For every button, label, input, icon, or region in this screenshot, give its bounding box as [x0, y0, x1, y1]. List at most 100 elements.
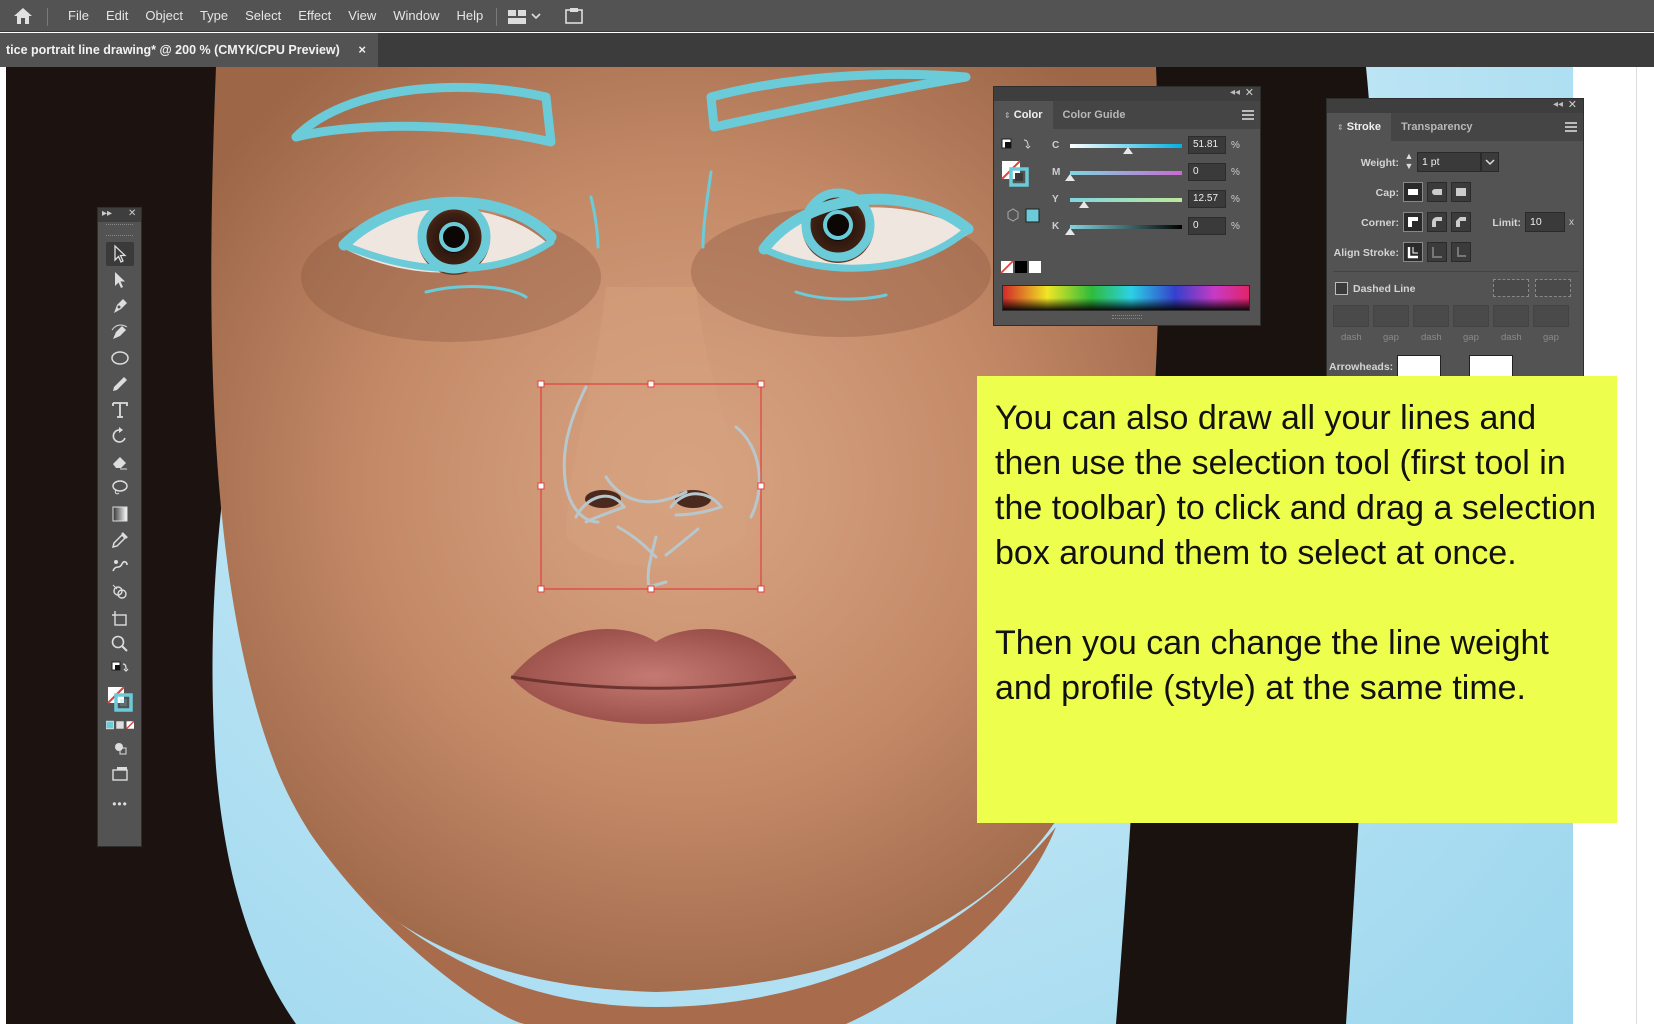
lasso-tool-icon[interactable]: [106, 476, 134, 500]
projecting-cap-icon[interactable]: [1451, 182, 1471, 202]
slider-thumb[interactable]: [1065, 228, 1075, 235]
cap-label: Cap:: [1375, 187, 1399, 199]
slider-value-input[interactable]: 0: [1188, 217, 1226, 235]
arrange-documents-icon[interactable]: [563, 6, 585, 26]
collapse-icon[interactable]: ◂◂: [1553, 99, 1563, 110]
menu-edit[interactable]: Edit: [106, 8, 128, 23]
artboard-tool-icon[interactable]: [106, 606, 134, 630]
tab-stroke[interactable]: ⇕ Stroke: [1327, 113, 1392, 141]
resize-grip[interactable]: [1112, 315, 1142, 319]
dash-align-icon[interactable]: [1535, 279, 1571, 297]
zoom-tool-icon[interactable]: [106, 632, 134, 656]
gap-field-3[interactable]: [1533, 305, 1569, 327]
fill-stroke-swatch[interactable]: [106, 684, 134, 714]
dashed-line-label: Dashed Line: [1353, 283, 1416, 295]
slider-track[interactable]: [1070, 225, 1182, 229]
menu-help[interactable]: Help: [456, 8, 483, 23]
limit-input[interactable]: 10: [1525, 212, 1565, 232]
slider-thumb[interactable]: [1079, 201, 1090, 208]
slider-value-input[interactable]: 0: [1188, 163, 1226, 181]
panel-menu-icon[interactable]: [1242, 110, 1254, 120]
align-outside-icon[interactable]: [1451, 242, 1471, 262]
menu-object[interactable]: Object: [145, 8, 183, 23]
menu-select[interactable]: Select: [245, 8, 281, 23]
callout-paragraph-2: Then you can change the line weight and …: [995, 624, 1549, 707]
collapse-icon[interactable]: ◂◂: [1230, 87, 1240, 98]
slider-value-input[interactable]: 51.81: [1188, 136, 1226, 154]
gradient-tool-icon[interactable]: [106, 502, 134, 526]
start-arrowhead-select[interactable]: [1397, 355, 1441, 377]
color-panel-tabs: ⇕ Color Color Guide: [994, 101, 1260, 129]
slider-track[interactable]: [1070, 171, 1182, 175]
slider-label: M: [1052, 167, 1061, 178]
eraser-tool-icon[interactable]: [106, 450, 134, 474]
pencil-tool-icon[interactable]: [106, 372, 134, 396]
round-cap-icon[interactable]: [1427, 182, 1447, 202]
draw-mode-icon[interactable]: [106, 736, 134, 760]
dashed-line-checkbox[interactable]: [1335, 282, 1348, 295]
pen-tool-icon[interactable]: [106, 294, 134, 318]
dash-field-1[interactable]: [1333, 305, 1369, 327]
percent-unit: %: [1231, 194, 1240, 205]
limit-label: Limit:: [1492, 217, 1521, 229]
gap-label: gap: [1383, 332, 1399, 343]
fill-stroke-swap-icon[interactable]: [106, 658, 134, 682]
gap-field-2[interactable]: [1453, 305, 1489, 327]
fill-stroke-widget[interactable]: [1000, 137, 1040, 217]
tab-color[interactable]: ⇕ Color: [994, 101, 1053, 129]
round-join-icon[interactable]: [1427, 212, 1447, 232]
color-mode-icons[interactable]: [106, 718, 134, 732]
drag-handle[interactable]: [106, 224, 133, 236]
curvature-tool-icon[interactable]: [106, 320, 134, 344]
slider-thumb[interactable]: [1123, 147, 1134, 154]
document-tab[interactable]: tice portrait line drawing* @ 200 % (CMY…: [0, 33, 378, 67]
callout-paragraph-1: You can also draw all your lines and the…: [995, 399, 1597, 572]
tab-transparency[interactable]: Transparency: [1391, 113, 1483, 141]
menu-type[interactable]: Type: [200, 8, 228, 23]
workspace-switcher-icon[interactable]: [508, 8, 544, 26]
out-of-gamut-icon[interactable]: [1006, 207, 1042, 223]
slider-label: C: [1052, 140, 1060, 151]
menu-file[interactable]: File: [68, 8, 89, 23]
expand-icon[interactable]: ▸▸: [102, 208, 112, 219]
home-icon[interactable]: [12, 6, 34, 26]
weight-stepper-icon[interactable]: ▲ ▼: [1403, 151, 1415, 173]
menu-effect[interactable]: Effect: [298, 8, 331, 23]
end-arrowhead-select[interactable]: [1469, 355, 1513, 377]
weight-input[interactable]: 1 pt: [1417, 152, 1481, 172]
type-tool-icon[interactable]: [106, 398, 134, 422]
none-black-white-swatches[interactable]: [1000, 259, 1044, 275]
selection-tool-icon[interactable]: [106, 242, 134, 266]
screen-mode-icon[interactable]: [106, 762, 134, 786]
butt-cap-icon[interactable]: [1403, 182, 1423, 202]
menu-view[interactable]: View: [348, 8, 376, 23]
dash-field-2[interactable]: [1413, 305, 1449, 327]
align-inside-icon[interactable]: [1427, 242, 1447, 262]
close-icon[interactable]: ✕: [1245, 86, 1254, 99]
bevel-join-icon[interactable]: [1451, 212, 1471, 232]
chevron-down-icon[interactable]: [1481, 152, 1499, 172]
tab-color-guide[interactable]: Color Guide: [1053, 101, 1136, 129]
close-icon[interactable]: ✕: [1568, 99, 1577, 111]
dash-field-3[interactable]: [1493, 305, 1529, 327]
shape-builder-tool-icon[interactable]: [106, 580, 134, 604]
eyedropper-tool-icon[interactable]: [106, 528, 134, 552]
align-center-icon[interactable]: [1403, 242, 1423, 262]
close-icon[interactable]: ×: [358, 42, 366, 57]
menu-window[interactable]: Window: [393, 8, 439, 23]
corner-label: Corner:: [1361, 217, 1399, 229]
rotate-tool-icon[interactable]: [106, 424, 134, 448]
slider-thumb[interactable]: [1065, 174, 1075, 181]
gap-field-1[interactable]: [1373, 305, 1409, 327]
ellipse-tool-icon[interactable]: [106, 346, 134, 370]
slider-label: K: [1052, 221, 1060, 232]
slider-value-input[interactable]: 12.57: [1188, 190, 1226, 208]
close-icon[interactable]: ✕: [128, 208, 136, 219]
puppet-warp-tool-icon[interactable]: [106, 554, 134, 578]
direct-selection-tool-icon[interactable]: [106, 268, 134, 292]
dash-preserve-icon[interactable]: [1493, 279, 1529, 297]
miter-join-icon[interactable]: [1403, 212, 1423, 232]
color-spectrum-bar[interactable]: [1002, 285, 1250, 311]
panel-menu-icon[interactable]: [1565, 122, 1577, 132]
edit-toolbar-more[interactable]: •••: [106, 792, 134, 816]
